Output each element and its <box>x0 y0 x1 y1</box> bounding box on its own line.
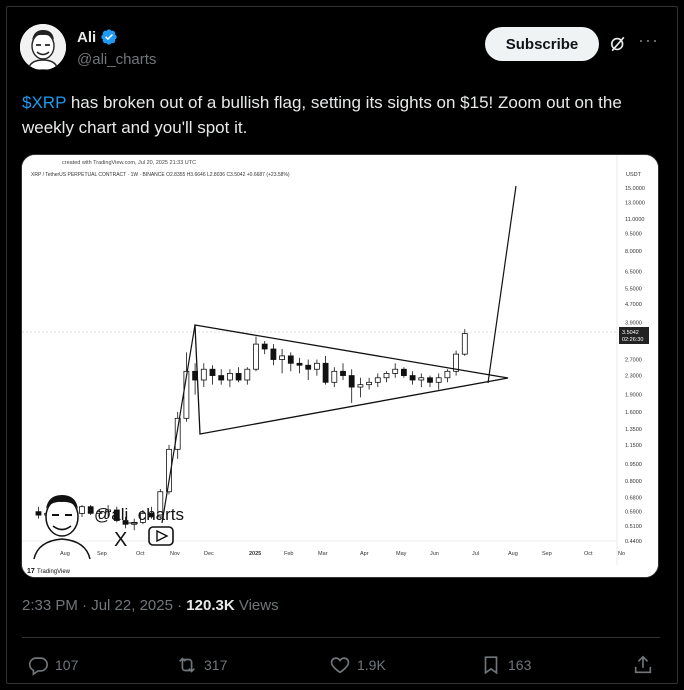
reply-icon <box>28 657 48 676</box>
x-tick-label: Oct <box>136 551 145 557</box>
tv-brand: TradingView <box>37 569 71 575</box>
y-tick-label: 2.3000 <box>625 374 642 380</box>
views-label: Views <box>238 597 279 614</box>
y-tick-label: 11.0000 <box>625 217 644 223</box>
heart-icon <box>330 657 350 674</box>
x-tick-label: Jun <box>430 551 439 557</box>
y-tick-label: 15.0000 <box>625 186 645 192</box>
x-tick-label: Jul <box>472 551 479 557</box>
price-time: 02:26:30 <box>622 337 643 343</box>
y-tick-label: 0.4400 <box>625 539 642 545</box>
y-tick-label: 1.1500 <box>625 443 642 449</box>
price-tag: 3.5042 <box>622 330 639 336</box>
x-tick-label: Mar <box>318 551 328 557</box>
more-options-icon[interactable]: ··· <box>638 31 660 53</box>
repost-count: 317 <box>204 657 228 673</box>
avatar[interactable] <box>20 24 66 70</box>
y-tick-label: 1.6000 <box>625 410 642 416</box>
repost-button[interactable]: 317 <box>176 654 227 676</box>
y-tick-label: 0.8000 <box>625 479 642 485</box>
tv-logo-icon: 17 <box>27 568 35 575</box>
divider <box>22 637 660 638</box>
y-tick-label: 5.5000 <box>625 286 642 292</box>
y-tick-label: 13.0000 <box>625 200 645 206</box>
y-tick-label: 6.5000 <box>625 270 642 276</box>
y-tick-label: 9.5000 <box>625 232 642 238</box>
reply-count: 107 <box>55 657 79 673</box>
x-tick-label: Aug <box>60 551 70 557</box>
y-tick-label: 0.5100 <box>625 524 642 530</box>
tweet-meta: 2:33 PM · Jul 22, 2025 · 120.3K Views <box>22 597 279 614</box>
candle <box>87 505 94 516</box>
tweet-date[interactable]: Jul 22, 2025 <box>91 597 173 614</box>
reply-button[interactable]: 107 <box>27 654 78 676</box>
x-tick-label: Apr <box>360 551 369 557</box>
repost-icon <box>179 657 195 673</box>
x-tick-label: Nov <box>170 551 180 557</box>
y-tick-label: 1.3500 <box>625 427 642 433</box>
x-tick-label: Aug <box>508 551 518 557</box>
share-icon <box>634 655 652 674</box>
watermark-handle: @ali_charts <box>94 505 184 524</box>
y-tick-label: 0.6800 <box>625 495 642 501</box>
grok-icon[interactable] <box>608 34 628 54</box>
chart-currency: USDT <box>626 172 642 178</box>
x-tick-label: No <box>618 551 625 557</box>
tweet-body: has broken out of a bullish flag, settin… <box>22 93 622 137</box>
chart-svg: created with TradingView.com, Jul 20, 20… <box>22 155 658 577</box>
x-tick-label: Feb <box>284 551 293 557</box>
verified-badge-icon <box>101 29 117 45</box>
watermark-x-logo: X <box>114 529 127 551</box>
x-tick-label: 2025 <box>249 551 261 557</box>
y-tick-label: 3.9000 <box>625 321 642 327</box>
bookmark-icon <box>484 656 498 675</box>
y-tick-label: 8.0000 <box>625 249 642 255</box>
tweet-time[interactable]: 2:33 PM <box>22 597 78 614</box>
author-name[interactable]: Ali <box>77 28 118 46</box>
tweet-text: $XRP has broken out of a bullish flag, s… <box>22 90 662 140</box>
x-tick-label: May <box>396 551 407 557</box>
chart-symbol-line: XRP / TetherUS PERPETUAL CONTRACT · 1W ·… <box>31 172 290 178</box>
y-tick-label: 0.5900 <box>625 510 642 516</box>
bookmark-button[interactable]: 163 <box>480 654 531 676</box>
x-tick-label: Sep <box>542 551 552 557</box>
cashtag-link[interactable]: $XRP <box>22 93 66 112</box>
bookmark-count: 163 <box>508 657 532 673</box>
author-handle[interactable]: @ali_charts <box>77 51 156 68</box>
subscribe-button[interactable]: Subscribe <box>485 27 599 61</box>
y-tick-label: 0.9500 <box>625 462 642 468</box>
views-count: 120.3K <box>186 597 235 614</box>
author-name-text[interactable]: Ali <box>77 29 96 46</box>
x-tick-label: Dec <box>204 551 214 557</box>
y-tick-label: 1.9000 <box>625 393 642 399</box>
share-button[interactable] <box>632 654 654 676</box>
chart-created-text: created with TradingView.com, Jul 20, 20… <box>62 160 196 166</box>
tweet-media-chart[interactable]: created with TradingView.com, Jul 20, 20… <box>21 154 659 578</box>
like-button[interactable]: 1.9K <box>329 654 386 676</box>
like-count: 1.9K <box>357 657 386 673</box>
x-tick-label: Oct <box>584 551 593 557</box>
x-tick-label: Sep <box>97 551 107 557</box>
y-tick-label: 4.7000 <box>625 302 642 308</box>
y-tick-label: 2.7000 <box>625 358 642 364</box>
